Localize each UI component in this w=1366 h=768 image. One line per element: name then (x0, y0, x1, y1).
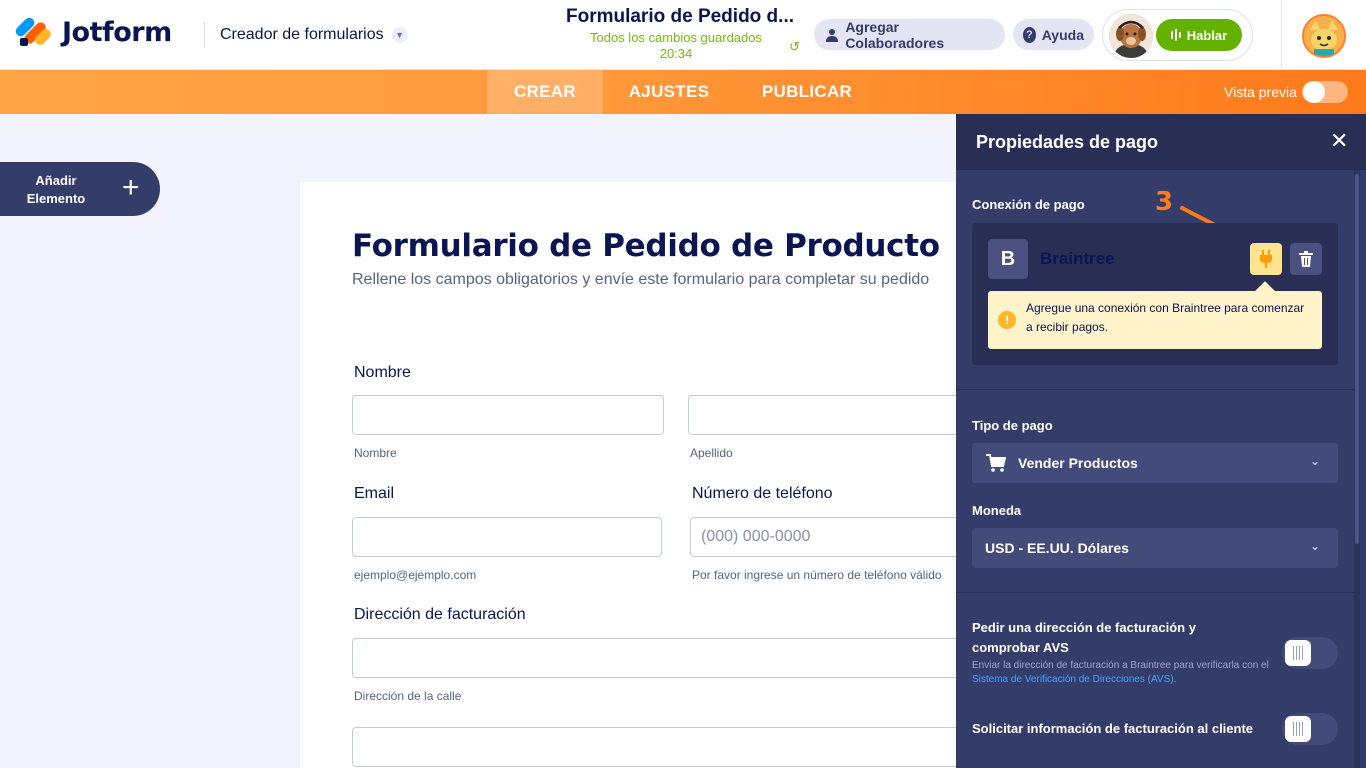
billing-info-label: Solicitar información de facturación al … (972, 721, 1254, 736)
header-separator (1281, 0, 1282, 70)
avs-desc-period: . (1173, 674, 1177, 685)
avs-label: Pedir una dirección de facturación y com… (972, 620, 1196, 655)
step-number-annotation: 3 (1155, 187, 1174, 217)
phone-placeholder: (000) 000-0000 (701, 528, 811, 545)
payment-type-label: Tipo de pago (972, 418, 1053, 433)
chevron-down-icon: ⌄ (1309, 454, 1320, 468)
delete-connection-button[interactable] (1290, 243, 1322, 275)
add-element-label: Añadir Elemento (26, 173, 86, 206)
toggle-knob (1285, 716, 1311, 742)
tab-publicar[interactable]: PUBLICAR (748, 70, 866, 114)
street-address-hint: Dirección de la calle (354, 689, 462, 703)
billing-info-toggle[interactable] (1282, 713, 1338, 745)
chevron-down-icon: ⌄ (1309, 539, 1320, 553)
builder-nav: CREAR AJUSTES PUBLICAR (0, 70, 1366, 114)
add-collaborators-button[interactable]: Agregar Colaboradores (814, 18, 1005, 51)
warning-text: Agregue una conexión con Braintree para … (1026, 301, 1305, 334)
talk-label: Hablar (1186, 27, 1228, 43)
top-header: Jotform Creador de formularios ▼ Formula… (0, 0, 1366, 70)
warning-icon: ! (998, 311, 1016, 329)
save-status-text: Todos los cambios guardados (590, 30, 762, 45)
phone-input[interactable]: (000) 000-0000 (690, 517, 1000, 557)
connect-plug-button[interactable] (1250, 243, 1282, 275)
braintree-icon: B (988, 239, 1028, 279)
jotform-logo-icon (13, 15, 53, 48)
toggle-knob (1285, 640, 1311, 666)
email-input[interactable] (352, 517, 662, 557)
avs-description: Enviar la dirección de facturación a Bra… (972, 659, 1272, 687)
panel-header: Propiedades de pago ✕ (956, 114, 1366, 170)
avs-link[interactable]: Sistema de Verificación de Direcciones (… (972, 674, 1174, 685)
help-button[interactable]: ? Ayuda (1013, 19, 1094, 50)
tab-crear[interactable]: CREAR (487, 70, 603, 114)
builder-title: Creador de formularios (220, 26, 384, 43)
help-label: Ayuda (1041, 26, 1084, 43)
currency-select[interactable]: USD - EE.UU. Dólares ⌄ (972, 528, 1338, 568)
preview-toggle[interactable] (1302, 81, 1348, 103)
last-name-hint: Apellido (690, 446, 733, 460)
name-label: Nombre (354, 364, 411, 381)
panel-scrollbar-thumb[interactable] (1355, 174, 1359, 544)
currency-value: USD - EE.UU. Dólares (985, 540, 1129, 556)
payment-connection-label: Conexión de pago (972, 197, 1085, 212)
user-avatar[interactable] (1302, 14, 1346, 58)
plus-icon: + (122, 171, 140, 204)
email-hint: ejemplo@ejemplo.com (354, 568, 477, 582)
avs-desc-text: Enviar la dirección de facturación a Bra… (972, 660, 1269, 671)
audio-bars-icon (1170, 29, 1181, 41)
chevron-down-icon: ▼ (391, 27, 408, 43)
ai-agent-widget[interactable]: Hablar (1102, 9, 1253, 61)
header-divider (204, 22, 205, 48)
agent-avatar (1109, 14, 1153, 58)
first-name-input[interactable] (352, 395, 664, 435)
add-element-button[interactable]: Añadir Elemento + (0, 162, 160, 216)
form-heading[interactable]: Formulario de Pedido de Producto (352, 228, 940, 264)
street-address-input[interactable] (352, 638, 1000, 678)
phone-label: Número de teléfono (692, 485, 833, 502)
connection-warning: ! Agregue una conexión con Braintree par… (988, 291, 1322, 349)
user-icon (824, 27, 839, 43)
panel-divider (956, 389, 1354, 390)
payment-type-value: Vender Productos (1018, 455, 1138, 471)
billing-address-label: Dirección de facturación (354, 606, 526, 623)
trash-icon (1299, 251, 1313, 267)
talk-button[interactable]: Hablar (1156, 19, 1242, 51)
first-name-hint: Nombre (354, 446, 397, 460)
panel-divider (956, 592, 1354, 593)
refresh-icon[interactable]: ↺ (789, 39, 800, 55)
jotform-logo[interactable]: Jotform (13, 15, 172, 48)
last-name-input[interactable] (688, 395, 1000, 435)
panel-title: Propiedades de pago (976, 132, 1159, 152)
close-icon[interactable]: ✕ (1330, 130, 1348, 152)
builder-menu[interactable]: Creador de formularios ▼ (220, 26, 408, 44)
gateway-name: Braintree (1040, 249, 1115, 268)
form-title[interactable]: Formulario de Pedido d... (555, 6, 805, 28)
help-icon: ? (1023, 26, 1036, 43)
save-time: 20:34 (659, 46, 693, 61)
logo-text: Jotform (62, 16, 172, 48)
avs-toggle[interactable] (1282, 637, 1338, 669)
plug-icon (1260, 250, 1272, 268)
preview-label: Vista previa (1224, 84, 1297, 100)
form-subheading[interactable]: Rellene los campos obligatorios y envíe … (352, 271, 929, 289)
add-collaborators-label: Agregar Colaboradores (845, 18, 945, 51)
phone-hint: Por favor ingrese un número de teléfono … (692, 568, 942, 582)
street-address-line2-input[interactable] (352, 727, 1000, 767)
email-label: Email (354, 485, 395, 502)
currency-label: Moneda (972, 503, 1022, 518)
tab-ajustes[interactable]: AJUSTES (615, 70, 723, 114)
payment-type-select[interactable]: Vender Productos ⌄ (972, 443, 1338, 483)
cart-icon (986, 454, 1006, 472)
save-status: Todos los cambios guardados 20:34 (570, 30, 782, 62)
form-canvas: Formulario de Pedido de Producto Rellene… (300, 182, 1000, 768)
